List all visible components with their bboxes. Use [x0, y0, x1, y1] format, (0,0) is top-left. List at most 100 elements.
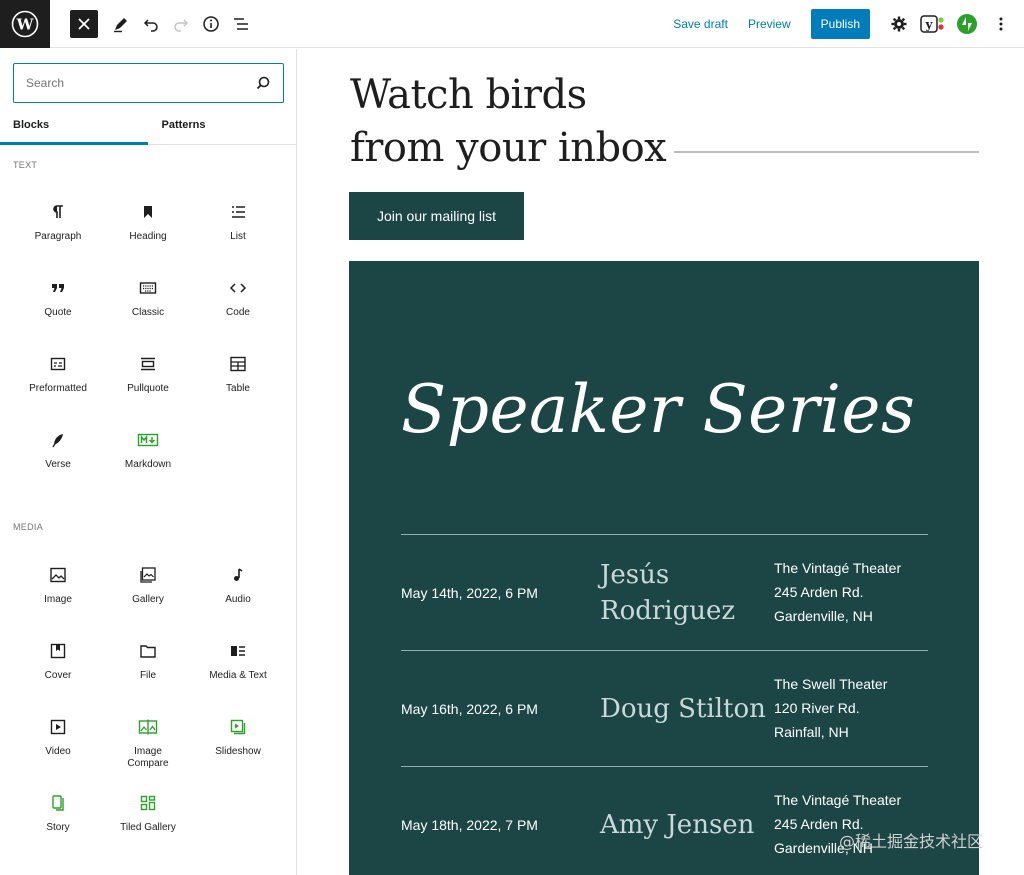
block-preformatted[interactable]: Preformatted — [13, 341, 103, 417]
block-markdown[interactable]: Markdown — [103, 417, 193, 493]
venue-name: The Vintagé Theater — [774, 560, 902, 576]
tab-patterns[interactable]: Patterns — [148, 111, 297, 144]
table-icon — [230, 356, 246, 372]
venue-address: 120 River Rd. — [774, 700, 860, 716]
inserter-tabs: Blocks Patterns — [0, 111, 296, 145]
gallery-icon — [140, 567, 156, 583]
image-compare-icon — [138, 719, 158, 735]
list-icon — [232, 206, 245, 218]
block-label: Video — [45, 746, 71, 757]
block-label: List — [230, 231, 246, 242]
block-label: File — [139, 670, 157, 681]
block-label: Audio — [225, 594, 251, 605]
event-venue[interactable]: The Vintagé Theater 245 Arden Rd. Garden… — [774, 556, 901, 628]
event-venue[interactable]: The Swell Theater 120 River Rd. Rainfall… — [774, 672, 887, 744]
block-paragraph[interactable]: Paragraph — [13, 189, 103, 265]
wordpress-logo-icon[interactable]: W — [0, 0, 50, 48]
row-divider — [401, 534, 928, 535]
block-file[interactable]: File — [103, 628, 193, 704]
block-table[interactable]: Table — [193, 341, 283, 417]
editor-canvas: Watch birds from your inbox Join our mai… — [298, 49, 1024, 875]
join-mailing-list-button[interactable]: Join our mailing list — [349, 192, 524, 240]
search-input[interactable] — [26, 76, 255, 90]
speaker-name-line: Doug Stilton — [600, 694, 766, 724]
venue-address: 245 Arden Rd. — [774, 584, 864, 600]
jetpack-button[interactable] — [952, 9, 982, 39]
block-label: Classic — [131, 307, 165, 318]
settings-button[interactable] — [884, 9, 914, 39]
block-label: Tiled Gallery — [120, 822, 176, 833]
block-label: Heading — [129, 231, 167, 242]
preview-button[interactable]: Preview — [748, 17, 791, 31]
block-audio[interactable]: Audio — [193, 552, 283, 628]
block-heading[interactable]: Heading — [103, 189, 193, 265]
block-image[interactable]: Image — [13, 552, 103, 628]
block-classic[interactable]: Classic — [103, 265, 193, 341]
heading-line: from your inbox — [350, 125, 667, 171]
redo-button[interactable] — [166, 9, 196, 39]
speaker-name[interactable]: Doug Stilton — [600, 691, 766, 727]
block-label: Code — [226, 307, 250, 318]
venue-city: Rainfall, NH — [774, 724, 849, 740]
separator-line — [674, 151, 979, 153]
row-divider — [401, 766, 928, 767]
tab-blocks[interactable]: Blocks — [0, 111, 148, 145]
block-label: Image — [44, 594, 72, 605]
speaker-name[interactable]: Jesús Rodriguez — [600, 557, 735, 629]
save-draft-button[interactable]: Save draft — [673, 17, 728, 31]
info-icon — [203, 15, 219, 32]
event-date[interactable]: May 18th, 2022, 7 PM — [401, 817, 538, 833]
speaker-name[interactable]: Amy Jensen — [600, 807, 754, 843]
tools-button[interactable] — [106, 9, 136, 39]
block-label: Quote — [44, 307, 72, 318]
block-label: Media & Text — [209, 670, 267, 681]
block-verse[interactable]: Verse — [13, 417, 103, 493]
block-code[interactable]: Code — [193, 265, 283, 341]
redo-icon — [174, 18, 189, 32]
block-label: Slideshow — [215, 746, 261, 757]
block-list[interactable]: List — [193, 189, 283, 265]
options-menu-button[interactable] — [986, 9, 1016, 39]
details-button[interactable] — [196, 9, 226, 39]
event-date[interactable]: May 16th, 2022, 6 PM — [401, 701, 538, 717]
undo-button[interactable] — [136, 9, 166, 39]
jetpack-icon — [957, 14, 977, 34]
event-date[interactable]: May 14th, 2022, 6 PM — [401, 585, 538, 601]
speaker-name-line: Jesús — [600, 560, 670, 590]
yoast-button[interactable]: y — [918, 9, 948, 39]
undo-icon — [143, 18, 158, 32]
block-quote[interactable]: Quote — [13, 265, 103, 341]
page-heading[interactable]: Watch birds from your inbox — [350, 69, 667, 175]
media-text-icon — [231, 646, 245, 656]
block-cover[interactable]: Cover — [13, 628, 103, 704]
block-story[interactable]: Story — [13, 780, 103, 856]
block-gallery[interactable]: Gallery — [103, 552, 193, 628]
publish-button[interactable]: Publish — [810, 9, 870, 39]
block-pullquote[interactable]: Pullquote — [103, 341, 193, 417]
yoast-icon: y — [920, 15, 944, 33]
close-inserter-button[interactable] — [70, 9, 98, 38]
row-divider — [401, 650, 928, 651]
block-label: Table — [226, 383, 250, 394]
speaker-series-title[interactable]: Speaker Series — [401, 371, 915, 448]
block-tiled-gallery[interactable]: Tiled Gallery — [103, 780, 193, 856]
paragraph-icon — [53, 205, 63, 218]
keyboard-icon — [139, 282, 157, 294]
block-image-compare[interactable]: Image Compare — [103, 704, 193, 780]
pencil-icon — [114, 17, 127, 32]
music-note-icon — [234, 568, 243, 581]
block-video[interactable]: Video — [13, 704, 103, 780]
list-view-button[interactable] — [226, 9, 256, 39]
block-search — [13, 63, 284, 103]
speaker-name-line: Amy Jensen — [600, 810, 755, 840]
block-label: Preformatted — [29, 383, 87, 394]
speaker-series-group[interactable]: Speaker Series May 14th, 2022, 6 PM Jesú… — [349, 261, 979, 875]
top-toolbar: W Save draft Preview Publish y — [0, 0, 1024, 48]
block-inserter-panel: Blocks Patterns TEXT Paragraph Heading L… — [0, 49, 297, 875]
heading-line: Watch birds — [350, 72, 587, 118]
category-heading-text: TEXT — [13, 160, 38, 170]
block-media-text[interactable]: Media & Text — [193, 628, 283, 704]
cover-icon — [50, 643, 66, 659]
tiled-gallery-icon — [140, 795, 156, 811]
block-slideshow[interactable]: Slideshow — [193, 704, 283, 780]
